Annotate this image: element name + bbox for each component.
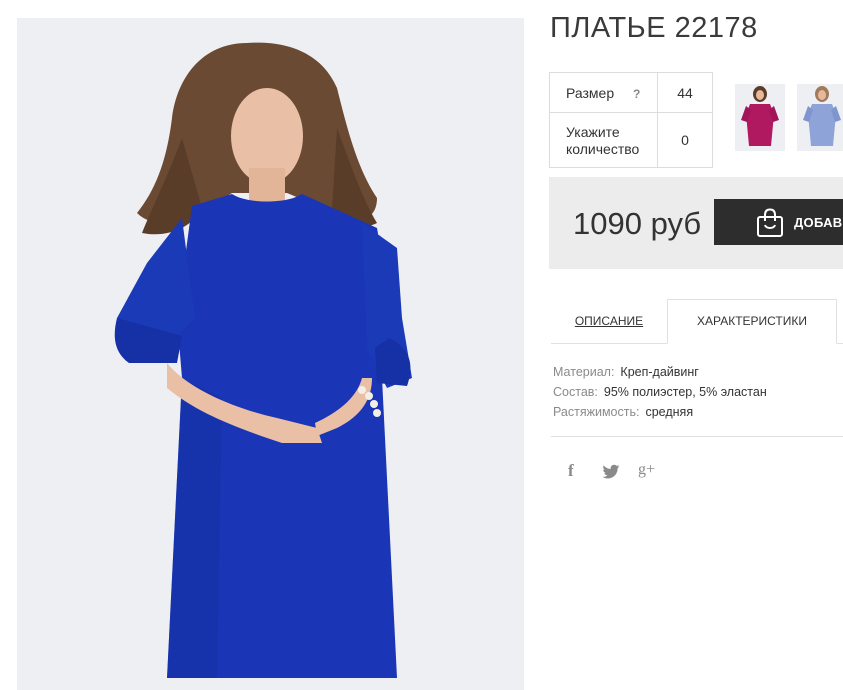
product-specs: Материал: Креп-дайвинг Состав: 95% полиэст…: [553, 362, 767, 422]
size-select[interactable]: 44: [658, 73, 712, 112]
dress-thumbnail-light-blue-icon: [803, 86, 841, 146]
size-row: Размер ? 44: [550, 73, 712, 113]
spec-key: Состав:: [553, 385, 598, 399]
facebook-icon: f: [568, 461, 574, 480]
spec-value: средняя: [645, 405, 694, 419]
product-title: ПЛАТЬЕ 22178: [550, 12, 758, 44]
facebook-share-button[interactable]: f: [562, 460, 584, 482]
product-price: 1090 руб: [573, 206, 702, 241]
shopping-bag-icon: [757, 208, 783, 237]
thumbnail-light-blue-dress[interactable]: [797, 84, 843, 151]
tab-characteristics[interactable]: ХАРАКТЕРИСТИКИ: [667, 299, 837, 344]
quantity-label-line1: Укажите: [566, 124, 620, 140]
twitter-icon: [602, 464, 620, 479]
googleplus-share-button[interactable]: g+: [637, 460, 659, 482]
spec-value: 95% полиэстер, 5% эластан: [603, 385, 767, 399]
spec-key: Растяжимость:: [553, 405, 640, 419]
quantity-input[interactable]: 0: [658, 113, 712, 167]
tab-description[interactable]: ОПИСАНИЕ: [551, 299, 667, 344]
add-to-cart-button[interactable]: ДОБАВИ: [714, 199, 843, 245]
thumbnail-magenta-dress[interactable]: [735, 84, 785, 151]
twitter-share-button[interactable]: [600, 460, 622, 482]
product-tabs: ОПИСАНИЕ ХАРАКТЕРИСТИКИ: [551, 299, 843, 344]
add-to-cart-label: ДОБАВИ: [794, 215, 843, 230]
quantity-label-line2: количество: [566, 141, 640, 157]
product-options-table: Размер ? 44 Укажите количество 0: [549, 72, 713, 168]
spec-key: Материал:: [553, 365, 615, 379]
price-box: 1090 руб ДОБАВИ: [549, 177, 843, 269]
spec-row-material: Материал: Креп-дайвинг: [553, 362, 767, 382]
quantity-row: Укажите количество 0: [550, 113, 712, 167]
product-main-image[interactable]: [17, 18, 524, 690]
size-help-icon[interactable]: ?: [633, 87, 640, 101]
spec-row-stretch: Растяжимость: средняя: [553, 402, 767, 422]
dress-thumbnail-magenta-icon: [741, 86, 779, 146]
spec-value: Креп-дайвинг: [620, 365, 699, 379]
googleplus-icon: g+: [638, 461, 656, 478]
size-label: Размер: [566, 85, 615, 101]
spec-row-composition: Состав: 95% полиэстер, 5% эластан: [553, 382, 767, 402]
section-divider: [551, 436, 843, 437]
dress-photo-illustration: [114, 42, 412, 678]
